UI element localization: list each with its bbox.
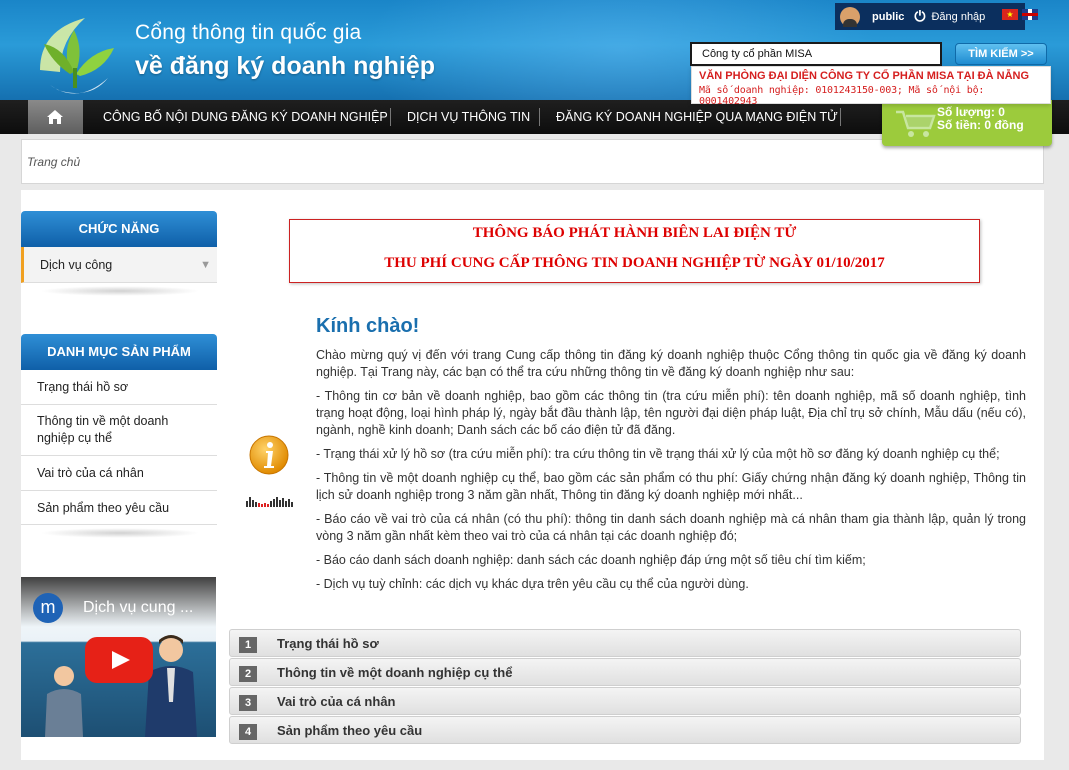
play-button-icon[interactable] [85, 637, 153, 683]
intro-paragraph: - Báo cáo danh sách doanh nghiệp: danh s… [316, 553, 866, 567]
accordion-label: Trạng thái hồ sơ [277, 636, 379, 651]
intro-paragraph: - Thông tin về một doanh nghiệp cụ thể, … [316, 471, 1026, 502]
products-heading: DANH MỤC SẢN PHẨM [21, 334, 217, 370]
info-icon [249, 435, 289, 475]
sidebar-shadow [40, 286, 200, 296]
suggestion-company-codes: Mã số doanh nghiệp: 0101243150-003; Mã s… [699, 85, 985, 107]
search-input[interactable] [690, 42, 942, 66]
accordion-item-dossier-status[interactable]: 1 Trạng thái hồ sơ [229, 629, 1021, 657]
accordion-item-company-info[interactable]: 2 Thông tin về một doanh nghiệp cụ thể [229, 658, 1021, 686]
cart-quantity: Số lượng: 0 [937, 105, 1005, 119]
sidebar-item-label: Dịch vụ công [40, 258, 113, 272]
accordion-label: Thông tin về một doanh nghiệp cụ thể [277, 665, 513, 680]
accordion-label: Vai trò của cá nhân [277, 694, 396, 709]
announcement-box[interactable]: THÔNG BÁO PHÁT HÀNH BIÊN LAI ĐIỆN TỬ THU… [289, 219, 980, 283]
site-logo-icon[interactable] [30, 10, 126, 100]
login-link[interactable]: Đăng nhập [931, 11, 985, 23]
home-icon [47, 110, 63, 124]
power-icon[interactable]: ⏻ [914, 8, 925, 25]
accordion-number: 3 [239, 695, 257, 711]
sidebar-item-label: Sản phẩm theo yêu cầu [37, 501, 170, 515]
sidebar-item-dossier-status[interactable]: Trạng thái hồ sơ [21, 370, 217, 405]
breadcrumb-home-link[interactable]: Trang chủ [27, 155, 80, 169]
sidebar-item-public-services[interactable]: Dịch vụ công ▼ [21, 247, 217, 283]
nav-divider [840, 108, 841, 126]
intro-paragraph: - Trạng thái xử lý hồ sơ (tra cứu miễn p… [316, 447, 1000, 461]
nav-divider [539, 108, 540, 126]
channel-logo-icon[interactable]: m [33, 593, 63, 623]
sidebar-item-company-info[interactable]: Thông tin về một doanh nghiệp cụ thể [21, 405, 217, 456]
suggestion-company-name: VĂN PHÒNG ĐẠI DIỆN CÔNG TY CỔ PHẦN MISA … [699, 70, 1030, 82]
nav-item-info-services[interactable]: DỊCH VỤ THÔNG TIN [407, 100, 530, 134]
user-bar: public ⏻ Đăng nhập [835, 3, 1025, 30]
announcement-line1: THÔNG BÁO PHÁT HÀNH BIÊN LAI ĐIỆN TỬ [472, 225, 797, 241]
nav-home-button[interactable] [28, 100, 83, 134]
accordion-number: 4 [239, 724, 257, 740]
sidebar-item-label: Thông tin về một doanh nghiệp cụ thể [37, 414, 169, 445]
video-embed[interactable]: m Dịch vụ cung ... [21, 577, 216, 737]
intro-paragraph: Chào mừng quý vị đến với trang Cung cấp … [316, 348, 1026, 379]
site-title-line1: Cổng thông tin quốc gia [135, 21, 362, 44]
search-button[interactable]: TÌM KIẾM >> [955, 43, 1047, 65]
welcome-heading: Kính chào! [316, 315, 420, 337]
vietnam-flag-icon[interactable]: ★ [1002, 9, 1018, 20]
video-title[interactable]: Dịch vụ cung ... [83, 599, 193, 617]
audio-waveform-icon[interactable] [246, 495, 296, 509]
sidebar-item-custom-products[interactable]: Sản phẩm theo yêu cầu [21, 491, 217, 525]
sidebar-shadow [40, 528, 200, 538]
user-avatar-icon [840, 6, 860, 27]
accordion-item-custom-products[interactable]: 4 Sản phẩm theo yêu cầu [229, 716, 1021, 744]
site-title-line2: về đăng ký doanh nghiệp [135, 52, 436, 80]
intro-content: Chào mừng quý vị đến với trang Cung cấp … [316, 347, 1026, 600]
search-suggestion-item[interactable]: VĂN PHÒNG ĐẠI DIỆN CÔNG TY CỔ PHẦN MISA … [691, 66, 1051, 107]
accordion-label: Sản phẩm theo yêu cầu [277, 723, 423, 738]
cart-icon [896, 110, 936, 137]
nav-divider [390, 108, 391, 126]
nav-item-publication[interactable]: CÔNG BỐ NỘI DUNG ĐĂNG KÝ DOANH NGHIỆP [103, 100, 388, 134]
functions-heading: CHỨC NĂNG [21, 211, 217, 247]
uk-flag-icon[interactable] [1022, 9, 1038, 20]
video-person-illustration [45, 666, 83, 737]
accordion-number: 2 [239, 666, 257, 682]
dropdown-arrow-icon: ▼ [200, 259, 211, 271]
intro-paragraph: - Dịch vụ tuỳ chỉnh: các dịch vụ khác dự… [316, 577, 749, 591]
intro-paragraph: - Báo cáo về vai trò của cá nhân (có thu… [316, 512, 1026, 543]
sidebar-item-label: Vai trò của cá nhân [37, 466, 144, 480]
sidebar-item-label: Trạng thái hồ sơ [37, 380, 129, 394]
announcement-line2: THU PHÍ CUNG CẤP THÔNG TIN DOANH NGHIỆP … [384, 255, 885, 271]
language-switcher: ★ [1002, 9, 1038, 20]
accordion-item-individual-role[interactable]: 3 Vai trò của cá nhân [229, 687, 1021, 715]
username[interactable]: public [872, 11, 904, 23]
cart-total: Số tiền: 0 đồng [937, 118, 1024, 132]
accordion-number: 1 [239, 637, 257, 653]
intro-paragraph: - Thông tin cơ bản về doanh nghiệp, bao … [316, 389, 1026, 437]
sidebar-item-individual-role[interactable]: Vai trò của cá nhân [21, 456, 217, 491]
